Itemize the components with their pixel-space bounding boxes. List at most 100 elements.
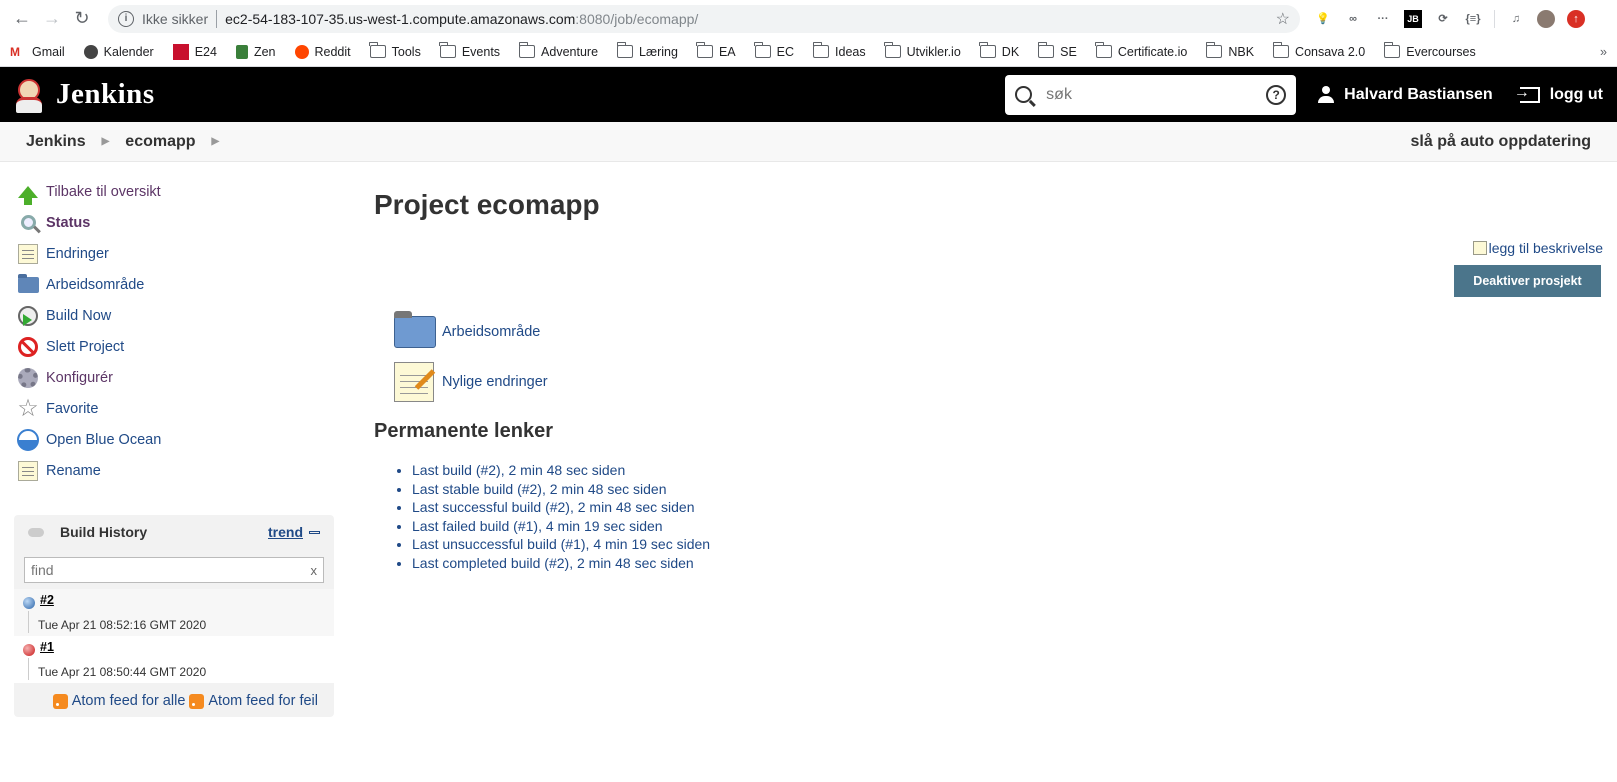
more-bookmarks-icon[interactable]: » — [1600, 45, 1607, 59]
task-rename[interactable]: Rename — [0, 455, 345, 486]
permalink-last-failed-build[interactable]: Last failed build (#1), 4 min 19 sec sid… — [412, 518, 663, 534]
bookmark-label[interactable]: Gmail — [32, 45, 65, 59]
permalink-last-successful-build[interactable]: Last successful build (#2), 2 min 48 sec… — [412, 499, 694, 515]
add-description-label[interactable]: legg til beskrivelse — [1489, 240, 1603, 256]
json-extension-icon[interactable]: {≡} — [1464, 10, 1482, 28]
bookmark-label[interactable]: Certificate.io — [1118, 45, 1187, 59]
task-configure[interactable]: Konfigurér — [0, 362, 345, 393]
address-bar[interactable]: i Ikke sikker ec2-54-183-107-35.us-west-… — [108, 4, 1300, 33]
build-filter-input[interactable] — [31, 562, 311, 578]
task-open-blue-ocean[interactable]: Open Blue Ocean — [0, 424, 345, 455]
bookmark-label[interactable]: EA — [719, 45, 736, 59]
bookmark-label[interactable]: Ideas — [835, 45, 866, 59]
profile-avatar[interactable] — [1537, 9, 1555, 28]
permalink-last-unsuccessful-build[interactable]: Last unsuccessful build (#1), 4 min 19 s… — [412, 536, 710, 552]
reload-icon[interactable]: ↻ — [68, 5, 96, 33]
feed-all[interactable]: Atom feed for alle — [52, 693, 186, 709]
bookmark-star-icon[interactable]: ☆ — [1276, 9, 1290, 29]
bookmark-item[interactable]: E24 — [172, 43, 217, 60]
logout-link[interactable]: logg ut — [1514, 84, 1603, 104]
forward-icon[interactable]: → — [38, 5, 66, 33]
task-label[interactable]: Konfigurér — [46, 370, 113, 386]
lightbulb-extension-icon[interactable]: 💡 — [1314, 10, 1332, 28]
task-workspace[interactable]: Arbeidsområde — [0, 269, 345, 300]
bookmark-item[interactable]: M Gmail — [10, 45, 65, 60]
chevron-right-icon[interactable]: ▶ — [212, 136, 220, 147]
task-label[interactable]: Slett Project — [46, 339, 124, 355]
task-label[interactable]: Arbeidsområde — [46, 277, 144, 293]
jetbrains-extension-icon[interactable]: JB — [1404, 9, 1422, 28]
recent-changes-link[interactable]: Nylige endringer — [394, 357, 1617, 407]
bookmark-item[interactable]: DK — [979, 42, 1019, 59]
back-icon[interactable]: ← — [8, 5, 36, 33]
search-input[interactable] — [1046, 85, 1267, 104]
feed-all-link[interactable]: Atom feed for alle — [72, 693, 186, 709]
sync-extension-icon[interactable]: ⟳ — [1434, 10, 1452, 28]
permalink-last-build[interactable]: Last build (#2), 2 min 48 sec siden — [412, 462, 625, 478]
clear-filter-button[interactable]: x — [311, 563, 318, 578]
task-changes[interactable]: Endringer — [0, 238, 345, 269]
permalink-last-completed-build[interactable]: Last completed build (#2), 2 min 48 sec … — [412, 555, 694, 571]
user-name[interactable]: Halvard Bastiansen — [1344, 86, 1493, 104]
task-back-to-dashboard[interactable]: Tilbake til oversikt — [0, 176, 345, 207]
help-icon[interactable]: ? — [1266, 84, 1287, 105]
workspace-link[interactable]: Arbeidsområde — [394, 307, 1617, 357]
bookmark-label[interactable]: SE — [1060, 45, 1077, 59]
bookmark-label[interactable]: Kalender — [104, 45, 154, 59]
bookmark-item[interactable]: Certificate.io — [1095, 42, 1187, 59]
bookmark-item[interactable]: Evercourses — [1383, 42, 1476, 59]
permalink-last-stable-build[interactable]: Last stable build (#2), 2 min 48 sec sid… — [412, 481, 666, 497]
logout-label[interactable]: logg ut — [1550, 86, 1603, 104]
jenkins-title[interactable]: Jenkins — [56, 78, 155, 111]
bookmark-label[interactable]: Adventure — [541, 45, 598, 59]
disable-project-button[interactable]: Deaktiver prosjekt — [1454, 265, 1601, 297]
bookmark-item[interactable]: Adventure — [518, 42, 598, 59]
recent-changes-link-label[interactable]: Nylige endringer — [442, 374, 548, 390]
bookmark-item[interactable]: Utvikler.io — [884, 42, 961, 59]
bookmark-item[interactable]: Consava 2.0 — [1272, 42, 1365, 59]
task-label[interactable]: Open Blue Ocean — [46, 432, 161, 448]
task-label[interactable]: Rename — [46, 463, 101, 479]
task-label[interactable]: Endringer — [46, 246, 109, 262]
bookmark-label[interactable]: Tools — [392, 45, 421, 59]
add-description-link[interactable]: legg til beskrivelse — [1472, 240, 1603, 256]
task-favorite[interactable]: ☆ Favorite — [0, 393, 345, 424]
bookmark-label[interactable]: Reddit — [315, 45, 351, 59]
bookmark-label[interactable]: DK — [1002, 45, 1019, 59]
bookmark-item[interactable]: Ideas — [812, 42, 866, 59]
bookmark-label[interactable]: E24 — [195, 45, 217, 59]
bookmark-label[interactable]: EC — [777, 45, 794, 59]
bookmark-label[interactable]: Utvikler.io — [907, 45, 961, 59]
user-link[interactable]: Halvard Bastiansen — [1318, 86, 1493, 104]
insecure-label[interactable]: Ikke sikker — [142, 11, 208, 27]
task-delete-project[interactable]: Slett Project — [0, 331, 345, 362]
task-label[interactable]: Favorite — [46, 401, 98, 417]
breadcrumb-ecomapp[interactable]: ecomapp — [125, 133, 195, 151]
bookmark-label[interactable]: Evercourses — [1406, 45, 1475, 59]
dots-extension-icon[interactable]: ··· — [1374, 10, 1392, 28]
task-status[interactable]: Status — [0, 207, 345, 238]
feed-failed[interactable]: Atom feed for feil — [189, 693, 318, 709]
breadcrumb-jenkins[interactable]: Jenkins — [26, 133, 86, 151]
bookmark-item[interactable]: EC — [754, 42, 794, 59]
bookmark-item[interactable]: Reddit — [294, 44, 351, 59]
feed-failed-link[interactable]: Atom feed for feil — [208, 693, 318, 709]
bookmark-item[interactable]: SE — [1037, 42, 1077, 59]
bookmark-label[interactable]: Læring — [639, 45, 678, 59]
update-icon[interactable]: ↑ — [1567, 9, 1585, 28]
build-number-link[interactable]: #2 — [40, 589, 334, 607]
bookmark-label[interactable]: Events — [462, 45, 500, 59]
bookmark-label[interactable]: Consava 2.0 — [1295, 45, 1365, 59]
task-label[interactable]: Tilbake til oversikt — [46, 184, 161, 200]
bookmark-label[interactable]: NBK — [1228, 45, 1254, 59]
bookmark-item[interactable]: NBK — [1205, 42, 1254, 59]
search-box[interactable]: ? — [1005, 74, 1297, 115]
task-build-now[interactable]: Build Now — [0, 300, 345, 331]
auto-refresh-link[interactable]: slå på auto oppdatering — [1411, 133, 1591, 151]
bookmark-item[interactable]: Kalender — [83, 44, 154, 59]
media-icon[interactable]: ♫ — [1507, 10, 1525, 28]
glasses-extension-icon[interactable]: ∞ — [1344, 10, 1362, 28]
url-path[interactable]: :8080/job/ecomapp/ — [575, 11, 698, 27]
bookmark-label[interactable]: Zen — [254, 45, 276, 59]
jenkins-logo[interactable]: Jenkins — [14, 77, 155, 113]
